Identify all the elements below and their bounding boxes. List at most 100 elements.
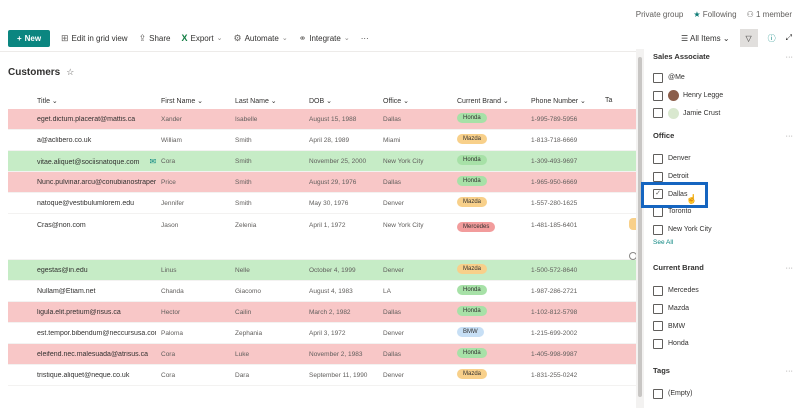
column-headers: Title ⌄ First Name ⌄ Last Name ⌄ DOB ⌄ O… xyxy=(8,92,636,109)
first-name-cell: Cora xyxy=(161,157,176,165)
table-row[interactable]: Nunc.pulvinar.arcu@conubianostraper.edu P… xyxy=(8,172,636,193)
title-cell[interactable]: Nullam@Etiam.net xyxy=(8,288,156,295)
title-link[interactable]: vitae.aliquet@sociisnatoque.com xyxy=(37,159,139,166)
more-options-button[interactable]: ··· xyxy=(786,366,794,375)
filter-icon: ▽ xyxy=(745,33,752,43)
avatar xyxy=(668,107,679,119)
filter-option[interactable]: (Empty) xyxy=(653,385,793,403)
title-cell[interactable]: Cras@non.com xyxy=(8,222,156,229)
last-name-cell: Zephania xyxy=(235,329,263,337)
title-cell[interactable]: tristique.aliquet@neque.co.uk xyxy=(8,372,156,379)
title-link[interactable]: est.tempor.bibendum@neccursusa.com xyxy=(37,330,156,337)
table-row[interactable]: natoque@vestibulumlorem.edu Jennifer Smith… xyxy=(8,193,636,214)
title-link[interactable]: eleifend.nec.malesuada@atrisus.ca xyxy=(37,351,148,358)
members-button[interactable]: ⚇ 1 member xyxy=(747,10,792,19)
checkbox[interactable] xyxy=(653,72,663,83)
dob-cell: April 3, 1972 xyxy=(309,329,346,337)
checkbox[interactable] xyxy=(653,303,663,314)
table-row[interactable]: Nullam@Etiam.net Chanda Giacomo August 4, 1… xyxy=(8,281,636,302)
checkbox[interactable] xyxy=(653,224,663,235)
table-row[interactable]: vitae.aliquet@sociisnatoque.com ✉ Cora Smit… xyxy=(8,151,636,172)
office-cell: Dallas xyxy=(383,350,402,358)
title-link[interactable]: egestas@in.edu xyxy=(37,267,88,274)
checkbox[interactable] xyxy=(653,153,663,164)
info-button[interactable]: ⓘ xyxy=(768,33,776,44)
table-row[interactable]: eleifend.nec.malesuada@atrisus.ca Cora Luk… xyxy=(8,344,636,365)
title-cell[interactable]: egestas@in.edu xyxy=(8,267,156,274)
filter-option[interactable]: Mercedes xyxy=(653,282,793,300)
column-header[interactable]: Ta xyxy=(600,97,630,104)
see-all-link[interactable]: See All xyxy=(653,239,793,246)
title-link[interactable]: Cras@non.com xyxy=(37,222,86,229)
scrollbar[interactable] xyxy=(636,49,644,408)
title-cell[interactable]: a@aclibero.co.uk xyxy=(8,137,156,144)
title-link[interactable]: Nullam@Etiam.net xyxy=(37,288,95,295)
edit-grid-button[interactable]: ⊞ Edit in grid view xyxy=(61,33,128,44)
scrollbar-thumb[interactable] xyxy=(638,57,642,397)
table-row[interactable]: Cras@non.com Jason Zelenia April 1, 1972 New… xyxy=(8,214,636,260)
title-link[interactable]: eget.dictum.placerat@mattis.ca xyxy=(37,116,135,123)
title-cell[interactable]: Nunc.pulvinar.arcu@conubianostraper.edu xyxy=(8,179,156,186)
checkbox[interactable] xyxy=(653,108,663,119)
export-button[interactable]: X Export ⌄ xyxy=(181,33,222,43)
filter-option[interactable]: New York City xyxy=(653,221,793,239)
checkbox[interactable] xyxy=(653,171,663,182)
more-options-button[interactable]: ··· xyxy=(786,52,794,61)
title-cell[interactable]: est.tempor.bibendum@neccursusa.com xyxy=(8,330,156,337)
column-header[interactable]: DOB ⌄ xyxy=(304,97,378,105)
view-selector[interactable]: ☰ All Items ⌄ xyxy=(681,34,730,43)
brand-cell: Honda xyxy=(452,348,526,360)
filter-option[interactable]: Mazda xyxy=(653,300,793,318)
title-cell[interactable]: vitae.aliquet@sociisnatoque.com ✉ xyxy=(8,157,156,166)
checkbox[interactable] xyxy=(653,285,663,296)
filter-option[interactable]: BMW xyxy=(653,317,793,335)
table-row[interactable]: est.tempor.bibendum@neccursusa.com Paloma… xyxy=(8,323,636,344)
more-options-button[interactable]: ··· xyxy=(786,263,794,272)
filter-button[interactable]: ▽ xyxy=(739,29,758,47)
favorite-star-icon[interactable]: ☆ xyxy=(66,67,74,77)
column-header[interactable]: Office ⌄ xyxy=(378,97,452,105)
automate-button[interactable]: ⚙ Automate ⌄ xyxy=(234,33,288,44)
title-link[interactable]: ligula.elit.pretium@risus.ca xyxy=(37,309,121,316)
first-name-cell: Hector xyxy=(161,308,181,316)
phone-cell: 1-215-699-2002 xyxy=(531,329,578,337)
table-row[interactable]: eget.dictum.placerat@mattis.ca Xander Isab… xyxy=(8,109,636,130)
new-button[interactable]: + New xyxy=(8,29,50,47)
column-header[interactable]: First Name ⌄ xyxy=(156,97,230,105)
office-cell: LA xyxy=(383,287,391,295)
title-cell[interactable]: eleifend.nec.malesuada@atrisus.ca xyxy=(8,351,156,358)
title-link[interactable]: a@aclibero.co.uk xyxy=(37,137,91,144)
checkbox[interactable] xyxy=(653,338,663,349)
column-header[interactable]: Phone Number ⌄ xyxy=(526,97,600,105)
table-row[interactable]: egestas@in.edu Linus Nelle October 4, 1999 D… xyxy=(8,260,636,281)
follow-button[interactable]: ★ Following xyxy=(693,10,736,19)
expand-button[interactable]: ⤢ xyxy=(786,33,792,43)
integrate-button[interactable]: ⚭ Integrate ⌄ xyxy=(299,33,350,44)
filter-option[interactable]: Jamie Crust xyxy=(653,104,793,122)
column-header[interactable]: Current Brand ⌄ xyxy=(452,97,526,105)
checkbox[interactable] xyxy=(653,321,663,332)
title-cell[interactable]: eget.dictum.placerat@mattis.ca xyxy=(8,116,156,123)
table-row[interactable]: a@aclibero.co.uk William Smith April 28, 19… xyxy=(8,130,636,151)
more-commands-button[interactable]: ··· xyxy=(361,34,369,43)
table-row[interactable]: tristique.aliquet@neque.co.uk Cora Dara Sep… xyxy=(8,365,636,386)
filter-option[interactable]: Denver xyxy=(653,150,793,168)
title-link[interactable]: tristique.aliquet@neque.co.uk xyxy=(37,372,129,379)
checkbox[interactable] xyxy=(653,206,663,217)
filter-option[interactable]: Honda xyxy=(653,335,793,353)
filter-option[interactable]: Henry Legge xyxy=(653,87,793,105)
title-link[interactable]: Nunc.pulvinar.arcu@conubianostraper.edu xyxy=(37,179,156,186)
title-cell[interactable]: ligula.elit.pretium@risus.ca xyxy=(8,309,156,316)
more-options-button[interactable]: ··· xyxy=(786,131,794,140)
table-row[interactable]: ligula.elit.pretium@risus.ca Hector Cailin… xyxy=(8,302,636,323)
brand-pill: Honda xyxy=(457,113,487,123)
brand-cell: Mazda xyxy=(452,264,526,276)
share-button[interactable]: ⇪ Share xyxy=(139,33,171,44)
column-header[interactable]: Title ⌄ xyxy=(8,97,156,105)
checkbox[interactable] xyxy=(653,90,663,101)
filter-option[interactable]: @Me xyxy=(653,69,793,87)
title-cell[interactable]: natoque@vestibulumlorem.edu xyxy=(8,200,156,207)
title-link[interactable]: natoque@vestibulumlorem.edu xyxy=(37,200,134,207)
checkbox[interactable] xyxy=(653,388,663,399)
column-header[interactable]: Last Name ⌄ xyxy=(230,97,304,105)
